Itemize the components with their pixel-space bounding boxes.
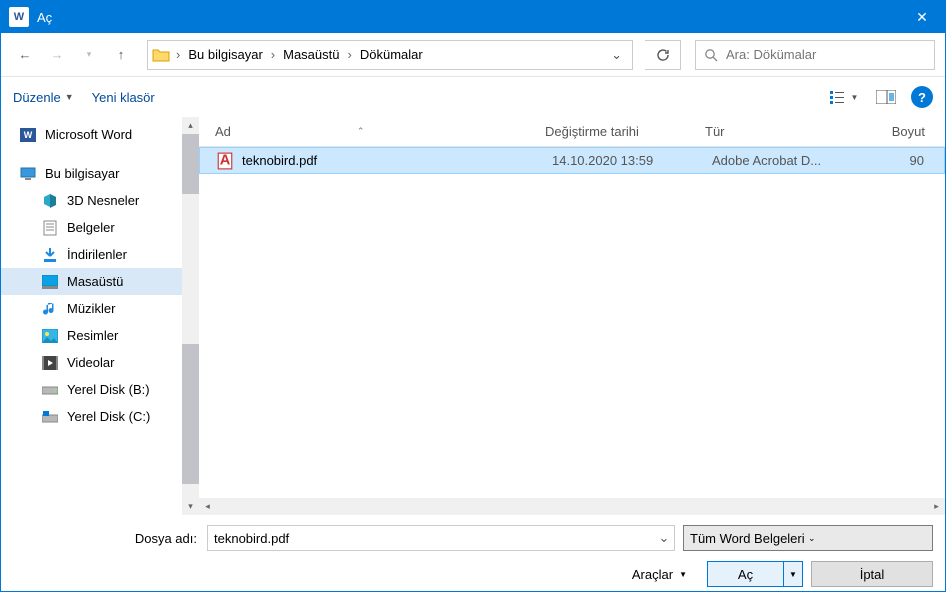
- breadcrumb-pc[interactable]: Bu bilgisayar: [186, 47, 264, 62]
- word-icon: W: [9, 7, 29, 27]
- breadcrumb-sep: ›: [176, 47, 180, 62]
- address-dropdown[interactable]: ⌄: [605, 47, 628, 63]
- docs-icon: [41, 220, 59, 236]
- refresh-icon: [656, 48, 670, 62]
- breadcrumb-sep: ›: [348, 47, 352, 62]
- scroll-down-button[interactable]: ▾: [182, 498, 199, 515]
- sidebar-item-label: Microsoft Word: [45, 127, 132, 142]
- sidebar-item-pc[interactable]: Bu bilgisayar: [1, 160, 199, 187]
- open-dropdown[interactable]: ▼: [784, 570, 802, 579]
- cancel-button[interactable]: İptal: [811, 561, 933, 587]
- view-options-button[interactable]: ▼: [827, 85, 861, 109]
- search-icon: [704, 48, 718, 62]
- filename-dropdown[interactable]: ⌄: [653, 525, 675, 551]
- close-button[interactable]: ✕: [899, 1, 945, 33]
- sidebar-item-disk-c[interactable]: Yerel Disk (C:): [1, 403, 199, 430]
- sort-indicator: ⌃: [357, 126, 365, 137]
- up-button[interactable]: ↑: [107, 41, 135, 69]
- column-modified[interactable]: Değiştirme tarihi: [545, 124, 705, 139]
- music-icon: [41, 301, 59, 317]
- breadcrumb-desktop[interactable]: Masaüstü: [281, 47, 341, 62]
- file-type: Adobe Acrobat D...: [712, 153, 862, 168]
- new-folder-button[interactable]: Yeni klasör: [92, 90, 155, 105]
- svg-text:A: A: [220, 152, 231, 168]
- scroll-up-button[interactable]: ▴: [182, 117, 199, 134]
- file-name: teknobird.pdf: [242, 153, 552, 168]
- disk-win-icon: [41, 409, 59, 425]
- sidebar-item-label: İndirilenler: [67, 247, 127, 262]
- address-bar[interactable]: › Bu bilgisayar › Masaüstü › Dökümalar ⌄: [147, 40, 633, 70]
- sidebar-item-label: Yerel Disk (B:): [67, 382, 150, 397]
- titlebar: W Aç ✕: [1, 1, 945, 33]
- breadcrumb-folder[interactable]: Dökümalar: [358, 47, 425, 62]
- search-input[interactable]: [726, 47, 926, 62]
- scroll-left-button[interactable]: ◂: [199, 498, 216, 515]
- desktop-icon: [41, 274, 59, 290]
- forward-button[interactable]: →: [43, 41, 71, 69]
- sidebar-item-downloads[interactable]: İndirilenler: [1, 241, 199, 268]
- breadcrumb-sep: ›: [271, 47, 275, 62]
- sidebar-item-label: Belgeler: [67, 220, 115, 235]
- disk-icon: [41, 382, 59, 398]
- sidebar-item-label: Masaüstü: [67, 274, 123, 289]
- sidebar-item-desktop[interactable]: Masaüstü: [1, 268, 199, 295]
- view-icon: [830, 90, 848, 104]
- sidebar-item-videos[interactable]: Videolar: [1, 349, 199, 376]
- word-icon: W: [19, 127, 37, 143]
- scroll-thumb[interactable]: [182, 134, 199, 194]
- search-box[interactable]: [695, 40, 935, 70]
- sidebar-item-label: Videolar: [67, 355, 114, 370]
- sidebar-item-docs[interactable]: Belgeler: [1, 214, 199, 241]
- pc-icon: [19, 166, 37, 182]
- column-name[interactable]: Ad⌃: [215, 124, 545, 139]
- sidebar-item-3d[interactable]: 3D Nesneler: [1, 187, 199, 214]
- sidebar-item-label: Yerel Disk (C:): [67, 409, 150, 424]
- help-button[interactable]: ?: [911, 86, 933, 108]
- file-modified: 14.10.2020 13:59: [552, 153, 712, 168]
- window-title: Aç: [37, 10, 899, 25]
- file-list: Ad⌃ Değiştirme tarihi Tür Boyut A teknob…: [199, 117, 945, 515]
- sidebar: W Microsoft Word Bu bilgisayar 3D Nesnel…: [1, 117, 199, 515]
- file-size: 90: [862, 153, 944, 168]
- organize-button[interactable]: Düzenle▼: [13, 90, 74, 105]
- scroll-right-button[interactable]: ▸: [928, 498, 945, 515]
- recent-dropdown[interactable]: ▾: [75, 41, 103, 69]
- main-area: W Microsoft Word Bu bilgisayar 3D Nesnel…: [1, 117, 945, 515]
- filename-input[interactable]: [207, 525, 675, 551]
- sidebar-item-label: Bu bilgisayar: [45, 166, 119, 181]
- sidebar-root-word[interactable]: W Microsoft Word: [1, 121, 199, 148]
- column-type[interactable]: Tür: [705, 124, 855, 139]
- content-h-scrollbar[interactable]: ◂ ▸: [199, 498, 945, 515]
- downloads-icon: [41, 247, 59, 263]
- sidebar-item-disk-b[interactable]: Yerel Disk (B:): [1, 376, 199, 403]
- bottom-panel: Dosya adı: ⌄ Tüm Word Belgeleri ⌄ Araçla…: [1, 515, 945, 599]
- pictures-icon: [41, 328, 59, 344]
- preview-pane-button[interactable]: [869, 85, 903, 109]
- open-button[interactable]: Aç ▼: [707, 561, 803, 587]
- file-filter-label: Tüm Word Belgeleri: [690, 531, 808, 546]
- refresh-button[interactable]: [645, 40, 681, 70]
- sidebar-item-label: Resimler: [67, 328, 118, 343]
- file-row[interactable]: A teknobird.pdf 14.10.2020 13:59 Adobe A…: [199, 147, 945, 174]
- pdf-icon: A: [216, 152, 234, 170]
- nav-bar: ← → ▾ ↑ › Bu bilgisayar › Masaüstü › Dök…: [1, 33, 945, 77]
- sidebar-item-music[interactable]: Müzikler: [1, 295, 199, 322]
- tools-button[interactable]: Araçlar▼: [632, 567, 687, 582]
- sidebar-scrollbar[interactable]: ▴ ▾: [182, 117, 199, 515]
- videos-icon: [41, 355, 59, 371]
- sidebar-item-label: Müzikler: [67, 301, 115, 316]
- column-size[interactable]: Boyut: [855, 124, 945, 139]
- preview-icon: [876, 90, 896, 104]
- sidebar-item-pictures[interactable]: Resimler: [1, 322, 199, 349]
- 3d-icon: [41, 193, 59, 209]
- file-filter-dropdown[interactable]: Tüm Word Belgeleri ⌄: [683, 525, 933, 551]
- column-headers: Ad⌃ Değiştirme tarihi Tür Boyut: [199, 117, 945, 147]
- folder-icon: [152, 47, 170, 63]
- toolbar: Düzenle▼ Yeni klasör ▼ ?: [1, 77, 945, 117]
- scroll-thumb[interactable]: [182, 344, 199, 484]
- filename-label: Dosya adı:: [13, 531, 207, 546]
- back-button[interactable]: ←: [11, 41, 39, 69]
- sidebar-item-label: 3D Nesneler: [67, 193, 139, 208]
